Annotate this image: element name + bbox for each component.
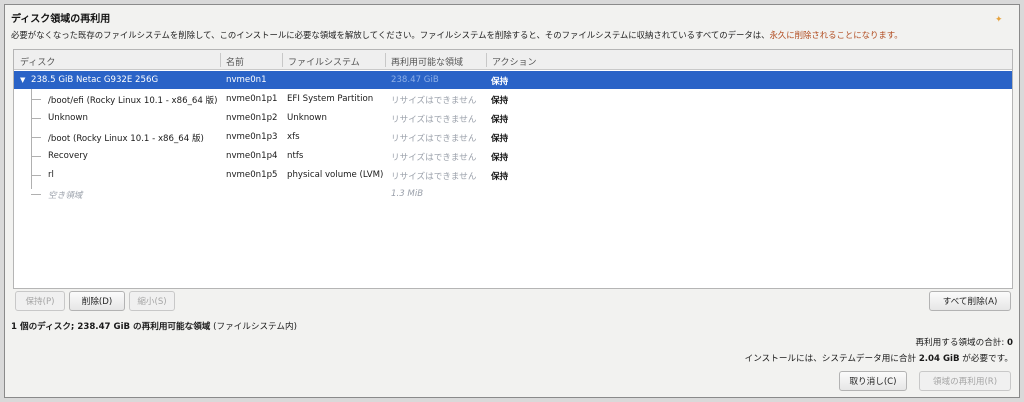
partition-row[interactable]: Recovery nvme0n1p4 ntfs リサイズはできません 保持 [14,147,1012,165]
partition-reclaimable: リサイズはできません [391,153,477,163]
partition-device-name: nvme0n1p5 [226,170,278,180]
summary-text: 1 個のディスク; 238.47 GiB の再利用可能な領域 [11,322,211,332]
column-header-name[interactable]: 名前 [224,55,244,68]
partition-action[interactable]: 保持 [491,113,508,125]
partition-label: /boot (Rocky Linux 10.1 - x86_64 版) [48,134,204,144]
partition-filesystem: physical volume (LVM) [287,170,384,180]
reclaim-total-label: 再利用する領域の合計: [915,338,1008,348]
column-header-filesystem[interactable]: ファイルシステム [286,55,360,68]
install-requirement: インストールには、システムデータ用に合計 2.04 GiB が必要です。 [745,352,1013,364]
partition-action[interactable]: 保持 [491,94,508,106]
shrink-button[interactable]: 縮小(S) [129,291,175,311]
requirement-prefix: インストールには、システムデータ用に合計 [744,354,919,364]
requirement-value: 2.04 GiB [918,354,960,364]
column-header-disk[interactable]: ディスク [18,55,55,68]
partition-label: Unknown [48,113,88,123]
disk-table: ディスク 名前 ファイルシステム 再利用可能な領域 アクション ▼ 238.5 … [13,49,1013,289]
requirement-suffix: が必要です。 [959,354,1013,364]
partition-label: /boot/efi (Rocky Linux 10.1 - x86_64 版) [48,96,218,106]
partition-filesystem: xfs [287,132,300,142]
free-space-label: 空き領域 [48,191,83,201]
partition-reclaimable: リサイズはできません [391,134,477,144]
partition-device-name: nvme0n1p3 [226,132,278,142]
partition-reclaimable: リサイズはできません [391,115,477,125]
free-space-row: 空き領域 1.3 MiB [14,185,1012,203]
column-divider [486,53,487,67]
reclaim-space-dialog: ディスク領域の再利用 ✦ 必要がなくなった既存のファイルシステムを削除して、この… [4,4,1020,398]
tree-branch [31,118,41,119]
column-divider [220,53,221,67]
reclaim-space-button[interactable]: 領域の再利用(R) [919,371,1011,391]
partition-device-name: nvme0n1p4 [226,151,278,161]
free-space-size: 1.3 MiB [391,189,424,199]
partition-row[interactable]: /boot/efi (Rocky Linux 10.1 - x86_64 版) … [14,90,1012,108]
partition-action[interactable]: 保持 [491,151,508,163]
table-header: ディスク 名前 ファイルシステム 再利用可能な領域 アクション [14,50,1012,70]
disk-label: 238.5 GiB Netac G932E 256G [31,75,159,85]
tree-branch [31,99,41,100]
partition-filesystem: EFI System Partition [287,94,374,104]
keep-button[interactable]: 保持(P) [15,291,65,311]
partition-label: Recovery [48,151,88,161]
partition-row[interactable]: /boot (Rocky Linux 10.1 - x86_64 版) nvme… [14,128,1012,146]
partition-reclaimable: リサイズはできません [391,96,477,106]
dialog-title: ディスク領域の再利用 [11,14,111,25]
triangle-down-icon[interactable]: ▼ [20,76,25,84]
column-header-action[interactable]: アクション [490,55,537,68]
tree-branch [31,156,41,157]
disk-reclaimable: 238.47 GiB [391,75,439,85]
tree-branch [31,175,41,176]
partition-device-name: nvme0n1p1 [226,94,278,104]
partition-filesystem: Unknown [287,113,327,123]
partition-action[interactable]: 保持 [491,132,508,144]
column-divider [385,53,386,67]
column-header-reclaimable[interactable]: 再利用可能な領域 [389,55,463,68]
reclaim-summary: 1 個のディスク; 238.47 GiB の再利用可能な領域 (ファイルシステム… [11,320,297,332]
dialog-description: 必要がなくなった既存のファイルシステムを削除して、このインストールに必要な領域を… [11,29,1015,41]
column-divider [282,53,283,67]
reclaim-total: 再利用する領域の合計: 0 [915,336,1013,348]
cancel-button[interactable]: 取り消し(C) [839,371,907,391]
disk-row[interactable]: ▼ 238.5 GiB Netac G932E 256G nvme0n1 238… [14,71,1012,89]
sparkle-icon: ✦ [995,15,1003,25]
disk-action[interactable]: 保持 [491,75,508,87]
partition-filesystem: ntfs [287,151,304,161]
description-text: 必要がなくなった既存のファイルシステムを削除して、このインストールに必要な領域を… [11,30,770,40]
partition-action[interactable]: 保持 [491,170,508,182]
partition-device-name: nvme0n1p2 [226,113,278,123]
tree-branch [31,137,41,138]
reclaim-total-value: 0 [1007,338,1013,348]
partition-reclaimable: リサイズはできません [391,172,477,182]
delete-all-button[interactable]: すべて削除(A) [929,291,1011,311]
tree-branch [31,194,41,195]
delete-button[interactable]: 削除(D) [69,291,125,311]
partition-row[interactable]: Unknown nvme0n1p2 Unknown リサイズはできません 保持 [14,109,1012,127]
summary-suffix: (ファイルシステム内) [210,322,297,332]
partition-row[interactable]: rl nvme0n1p5 physical volume (LVM) リサイズは… [14,166,1012,184]
description-warning: 永久に削除されることになります。 [769,30,903,40]
disk-device-name: nvme0n1 [226,75,267,85]
partition-label: rl [48,170,54,180]
